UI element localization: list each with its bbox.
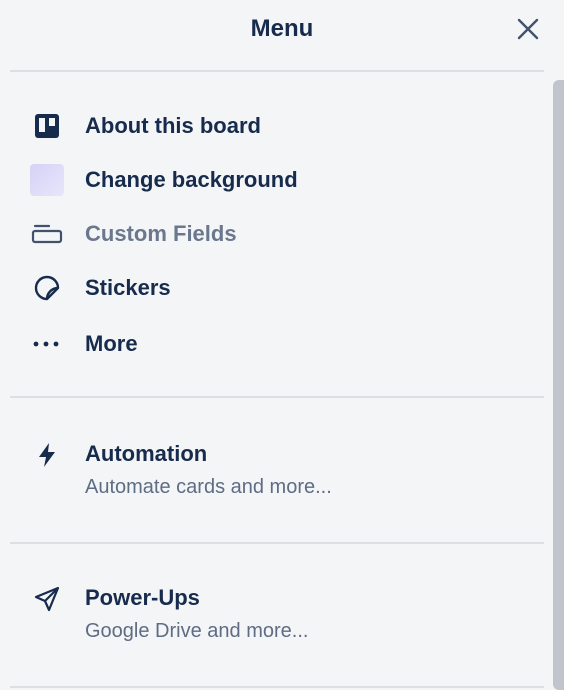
divider [10,396,544,398]
background-swatch-icon [30,164,64,196]
board-icon [30,112,64,140]
automation-button[interactable]: Automation Automate cards and more... [10,431,530,505]
divider [10,70,544,72]
close-icon [517,18,539,40]
board-menu-panel: Menu About this board Change background [0,0,564,690]
stickers-button[interactable]: Stickers [10,266,530,310]
more-button[interactable]: More [10,322,530,366]
automation-label: Automation [85,441,208,466]
scrollbar-thumb[interactable] [553,80,564,690]
lightning-icon [30,441,64,469]
powerups-description: Google Drive and more... [85,620,309,642]
close-button[interactable] [512,13,544,45]
change-background-label: Change background [85,167,298,192]
more-icon [30,330,64,358]
about-board-label: About this board [85,113,261,138]
menu-title: Menu [250,15,314,42]
custom-fields-button[interactable]: Custom Fields [10,212,530,256]
background-swatch [30,164,64,196]
change-background-button[interactable]: Change background [10,158,530,202]
menu-header: Menu [0,0,564,70]
powerups-button[interactable]: Power-Ups Google Drive and more... [10,575,530,649]
sticker-icon [30,274,64,302]
more-label: More [85,331,138,356]
automation-description: Automate cards and more... [85,476,332,498]
stickers-label: Stickers [85,275,171,300]
custom-fields-icon [30,220,64,248]
divider [10,686,544,688]
about-board-button[interactable]: About this board [10,104,530,148]
scrollbar[interactable] [553,80,564,690]
rocket-icon [30,585,64,613]
divider [10,542,544,544]
powerups-label: Power-Ups [85,585,200,610]
custom-fields-label: Custom Fields [85,221,237,246]
